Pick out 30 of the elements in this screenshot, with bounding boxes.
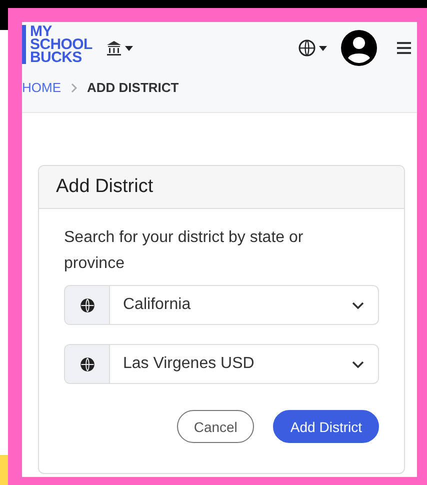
institution-menu-button[interactable] <box>106 40 134 56</box>
card-title: Add District <box>56 176 154 198</box>
logo-text: MY <box>30 24 52 38</box>
menu-button[interactable] <box>397 42 411 54</box>
logo-text: SCHOOL <box>30 38 92 50</box>
dropdown-select[interactable]: Las Virgenes USD <box>64 344 379 384</box>
user-icon <box>341 30 377 66</box>
globe-icon <box>298 39 316 57</box>
cancel-button[interactable]: Cancel <box>176 410 254 443</box>
language-menu-button[interactable] <box>298 39 327 57</box>
logo[interactable]: MY SCHOOL BUCKS <box>22 24 92 64</box>
chevron-right-icon <box>71 82 77 92</box>
bank-icon <box>106 40 122 56</box>
submit-button[interactable]: Add District <box>273 410 379 443</box>
caret-icon <box>125 46 134 50</box>
account-button[interactable] <box>341 30 377 66</box>
menu-icon <box>397 42 411 54</box>
caret-icon <box>319 46 327 50</box>
logo-text: BUCKS <box>30 50 82 64</box>
search-prompt: Search for your district by state or province <box>64 228 304 274</box>
dropdown-select[interactable]: California <box>64 285 379 325</box>
globe-icon <box>80 356 94 372</box>
corner-decoration <box>0 455 8 485</box>
breadcrumb-link[interactable]: HOME <box>22 80 61 95</box>
select-value: California <box>123 296 191 314</box>
breadcrumb-link[interactable]: ADD DISTRICT <box>87 80 179 95</box>
chevron-down-icon <box>352 302 364 308</box>
globe-icon <box>80 298 94 312</box>
select-value: Las Virgenes USD <box>123 355 254 373</box>
chevron-down-icon <box>352 360 364 368</box>
